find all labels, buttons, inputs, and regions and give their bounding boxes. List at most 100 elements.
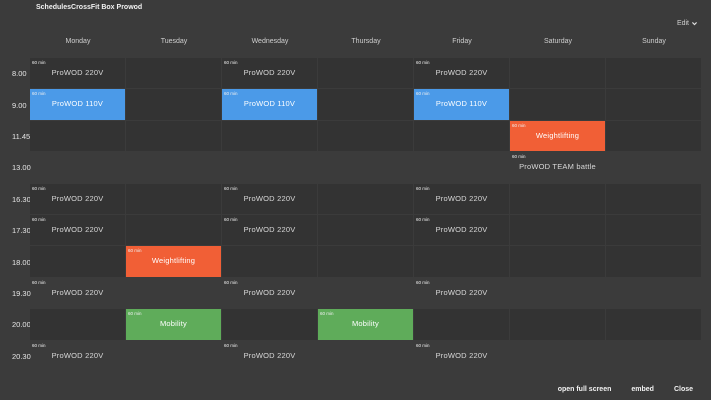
time-label: 17.30 xyxy=(12,226,31,236)
time-label: 20.30 xyxy=(12,351,31,361)
class-duration: 60 min xyxy=(224,342,238,348)
class-name: ProWOD 220V xyxy=(243,224,296,234)
class-slot[interactable]: 60 min ProWOD 220V xyxy=(30,214,126,247)
class-slot[interactable]: 60 min ProWOD 220V xyxy=(414,183,510,215)
class-slot[interactable]: 60 min ProWOD 220V xyxy=(222,183,318,215)
class-slot[interactable]: 60 min ProWOD 220V xyxy=(30,340,126,372)
empty-slot xyxy=(606,183,702,215)
day-header-friday: Friday xyxy=(452,38,472,45)
schedule-row: 9.00 60 min ProWOD 110V 60 min ProWOD 110V 60… xyxy=(0,89,711,121)
class-name: Weightlifting xyxy=(535,130,580,140)
class-slot[interactable]: 60 min ProWOD 220V xyxy=(222,340,318,372)
class-slot[interactable]: 60 min ProWOD 110V xyxy=(414,89,510,121)
schedule-row: 8.00 60 min ProWOD 220V 60 min ProWOD 220V 60… xyxy=(0,58,711,90)
empty-slot xyxy=(30,309,126,341)
class-name: ProWOD 220V xyxy=(243,350,296,360)
class-slot[interactable]: 60 min ProWOD TEAM battle xyxy=(510,152,606,184)
class-duration: 60 min xyxy=(32,279,46,285)
class-duration: 60 min xyxy=(224,279,238,285)
class-name: ProWOD TEAM battle xyxy=(519,162,596,172)
time-label: 9.00 xyxy=(12,100,27,110)
empty-slot xyxy=(414,246,510,278)
empty-slot xyxy=(510,246,606,278)
class-slot[interactable]: 60 min ProWOD 220V xyxy=(30,183,126,215)
edit-label: Edit xyxy=(676,20,689,27)
schedule-row: 17.30 60 min ProWOD 220V 60 min ProWOD 220V 6… xyxy=(0,214,711,247)
empty-slot xyxy=(510,183,606,215)
class-slot[interactable]: 60 min Mobility xyxy=(318,309,414,341)
class-slot[interactable]: 60 min ProWOD 110V xyxy=(222,89,318,121)
edit-menu-button[interactable]: Edit xyxy=(677,20,698,27)
class-name: ProWOD 110V xyxy=(243,99,296,109)
class-slot[interactable]: 60 min Weightlifting xyxy=(126,246,222,278)
empty-slot xyxy=(222,246,318,278)
empty-slot xyxy=(318,183,414,215)
empty-slot xyxy=(606,58,702,90)
empty-slot xyxy=(510,309,606,341)
empty-slot xyxy=(318,89,414,121)
class-slot[interactable]: 60 min ProWOD 220V xyxy=(414,58,510,90)
empty-slot xyxy=(126,89,222,121)
time-label: 16.30 xyxy=(12,194,31,204)
class-duration: 60 min xyxy=(512,122,526,128)
empty-slot xyxy=(606,246,702,278)
empty-slot xyxy=(222,152,318,184)
class-name: Weightlifting xyxy=(151,256,196,266)
empty-slot xyxy=(126,152,222,184)
class-duration: 60 min xyxy=(32,342,46,348)
class-name: ProWOD 220V xyxy=(51,193,104,203)
class-slot[interactable]: 60 min Mobility xyxy=(126,309,222,341)
class-name: ProWOD 220V xyxy=(435,350,488,360)
day-header-wednesday: Wednesday xyxy=(251,38,289,45)
class-duration: 60 min xyxy=(416,342,430,348)
class-slot[interactable]: 60 min Weightlifting xyxy=(510,120,606,153)
class-name: Mobility xyxy=(351,319,380,329)
class-duration: 60 min xyxy=(128,248,142,254)
class-duration: 60 min xyxy=(32,216,46,222)
time-label: 11.45 xyxy=(12,131,31,141)
empty-slot xyxy=(30,246,126,278)
day-header-tuesday: Tuesday xyxy=(160,38,188,45)
class-duration: 60 min xyxy=(320,311,334,317)
class-name: ProWOD 220V xyxy=(435,224,488,234)
embed-link[interactable]: embed xyxy=(631,386,654,393)
empty-slot xyxy=(126,183,222,215)
time-label: 19.30 xyxy=(12,288,31,298)
class-name: ProWOD 220V xyxy=(51,224,104,234)
class-slot[interactable]: 60 min ProWOD 220V xyxy=(222,277,318,310)
class-name: ProWOD 220V xyxy=(435,68,488,77)
class-duration: 60 min xyxy=(224,91,238,97)
day-header-thursday: Thursday xyxy=(351,38,381,45)
class-slot[interactable]: 60 min ProWOD 220V xyxy=(414,214,510,247)
empty-slot xyxy=(318,214,414,247)
empty-slot xyxy=(606,277,702,310)
schedule-title: SchedulesCrossFit Box Prowod xyxy=(36,4,143,11)
class-name: ProWOD 220V xyxy=(51,350,104,360)
class-slot[interactable]: 60 min ProWOD 220V xyxy=(414,277,510,310)
class-duration: 60 min xyxy=(512,154,526,160)
empty-slot xyxy=(318,152,414,184)
class-duration: 60 min xyxy=(32,185,46,191)
class-name: ProWOD 220V xyxy=(435,287,488,297)
class-slot[interactable]: 60 min ProWOD 220V xyxy=(222,58,318,90)
empty-slot xyxy=(606,120,702,153)
class-slot[interactable]: 60 min ProWOD 220V xyxy=(30,58,126,90)
empty-slot xyxy=(606,309,702,341)
class-name: ProWOD 220V xyxy=(51,287,104,297)
close-link[interactable]: Close xyxy=(674,386,693,393)
empty-slot xyxy=(414,120,510,153)
empty-slot xyxy=(318,246,414,278)
footer-actions: open full screen embed Close xyxy=(558,386,693,393)
class-duration: 60 min xyxy=(224,60,238,65)
empty-slot xyxy=(318,58,414,90)
open-full-screen-link[interactable]: open full screen xyxy=(558,386,612,393)
class-duration: 60 min xyxy=(32,91,46,97)
empty-slot xyxy=(510,277,606,310)
class-slot[interactable]: 60 min ProWOD 110V xyxy=(30,89,126,121)
class-name: Mobility xyxy=(159,319,188,329)
schedule-row: 13.00 60 min ProWOD TEAM battle xyxy=(0,152,711,184)
class-slot[interactable]: 60 min ProWOD 220V xyxy=(30,277,126,310)
empty-slot xyxy=(30,120,126,153)
class-slot[interactable]: 60 min ProWOD 220V xyxy=(222,214,318,247)
class-slot[interactable]: 60 min ProWOD 220V xyxy=(414,340,510,372)
